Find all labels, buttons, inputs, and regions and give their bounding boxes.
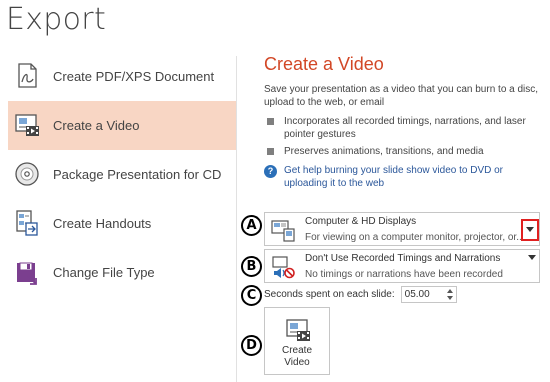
- help-link[interactable]: ? Get help burning your slide show video…: [264, 164, 549, 190]
- create-video-button[interactable]: Create Video: [264, 307, 330, 375]
- quality-selected: Computer & HD Displays: [305, 216, 417, 227]
- quality-description: For viewing on a computer monitor, proje…: [305, 232, 525, 243]
- nav-label: Create Handouts: [53, 216, 152, 231]
- seconds-per-slide-row: Seconds spent on each slide:: [264, 286, 457, 303]
- chevron-down-icon[interactable]: [528, 254, 536, 262]
- seconds-label: Seconds spent on each slide:: [264, 289, 395, 300]
- dropdown-arrow-button[interactable]: [521, 219, 539, 241]
- narration-off-icon: [272, 256, 295, 279]
- nav-label: Create a Video: [53, 118, 140, 133]
- bullet-square-icon: [267, 118, 274, 125]
- quality-dropdown[interactable]: Computer & HD Displays For viewing on a …: [264, 212, 540, 246]
- video-icon: [286, 319, 310, 341]
- feature-list: Incorporates all recorded timings, narra…: [264, 115, 549, 158]
- spin-up-icon[interactable]: [446, 287, 454, 294]
- seconds-stepper[interactable]: [400, 286, 457, 303]
- nav-item-create-video[interactable]: Create a Video: [8, 101, 236, 150]
- chevron-down-icon: [526, 227, 534, 232]
- callout-a: A: [241, 215, 262, 236]
- handouts-icon: [16, 210, 38, 236]
- timings-dropdown[interactable]: Don't Use Recorded Timings and Narration…: [264, 249, 540, 283]
- timings-selected: Don't Use Recorded Timings and Narration…: [305, 253, 501, 264]
- nav-item-change-file-type[interactable]: Change File Type: [0, 248, 236, 297]
- nav-item-create-handouts[interactable]: Create Handouts: [0, 199, 236, 248]
- list-item: Incorporates all recorded timings, narra…: [264, 115, 549, 141]
- nav-item-create-pdf[interactable]: Create PDF/XPS Document: [0, 52, 236, 101]
- nav-label: Create PDF/XPS Document: [53, 69, 215, 84]
- pdf-document-icon: [18, 63, 37, 88]
- nav-item-package-cd[interactable]: Package Presentation for CD: [0, 150, 236, 199]
- export-nav: Create PDF/XPS Document Create a Video P…: [0, 52, 236, 297]
- create-video-label: Create Video: [281, 345, 312, 368]
- help-question-icon: ?: [264, 165, 277, 178]
- nav-label: Change File Type: [53, 265, 155, 280]
- file-type-icon: [17, 262, 37, 285]
- callout-b: B: [241, 256, 262, 277]
- panel-divider: [236, 56, 237, 382]
- section-description: Save your presentation as a video that y…: [264, 84, 539, 108]
- section-title: Create a Video: [264, 54, 384, 74]
- computer-display-icon: [271, 220, 295, 242]
- list-item: Preserves animations, transitions, and m…: [264, 145, 549, 158]
- spin-down-icon[interactable]: [446, 295, 454, 302]
- nav-label: Package Presentation for CD: [53, 167, 222, 182]
- callout-c: C: [241, 285, 262, 306]
- callout-d: D: [241, 335, 262, 356]
- bullet-square-icon: [267, 148, 274, 155]
- page-title: Export: [6, 2, 107, 37]
- seconds-input[interactable]: [401, 287, 442, 302]
- timings-description: No timings or narrations have been recor…: [305, 269, 503, 280]
- create-video-panel: Create a Video Save your presentation as…: [264, 54, 549, 190]
- video-icon: [15, 114, 39, 136]
- cd-icon: [15, 162, 39, 186]
